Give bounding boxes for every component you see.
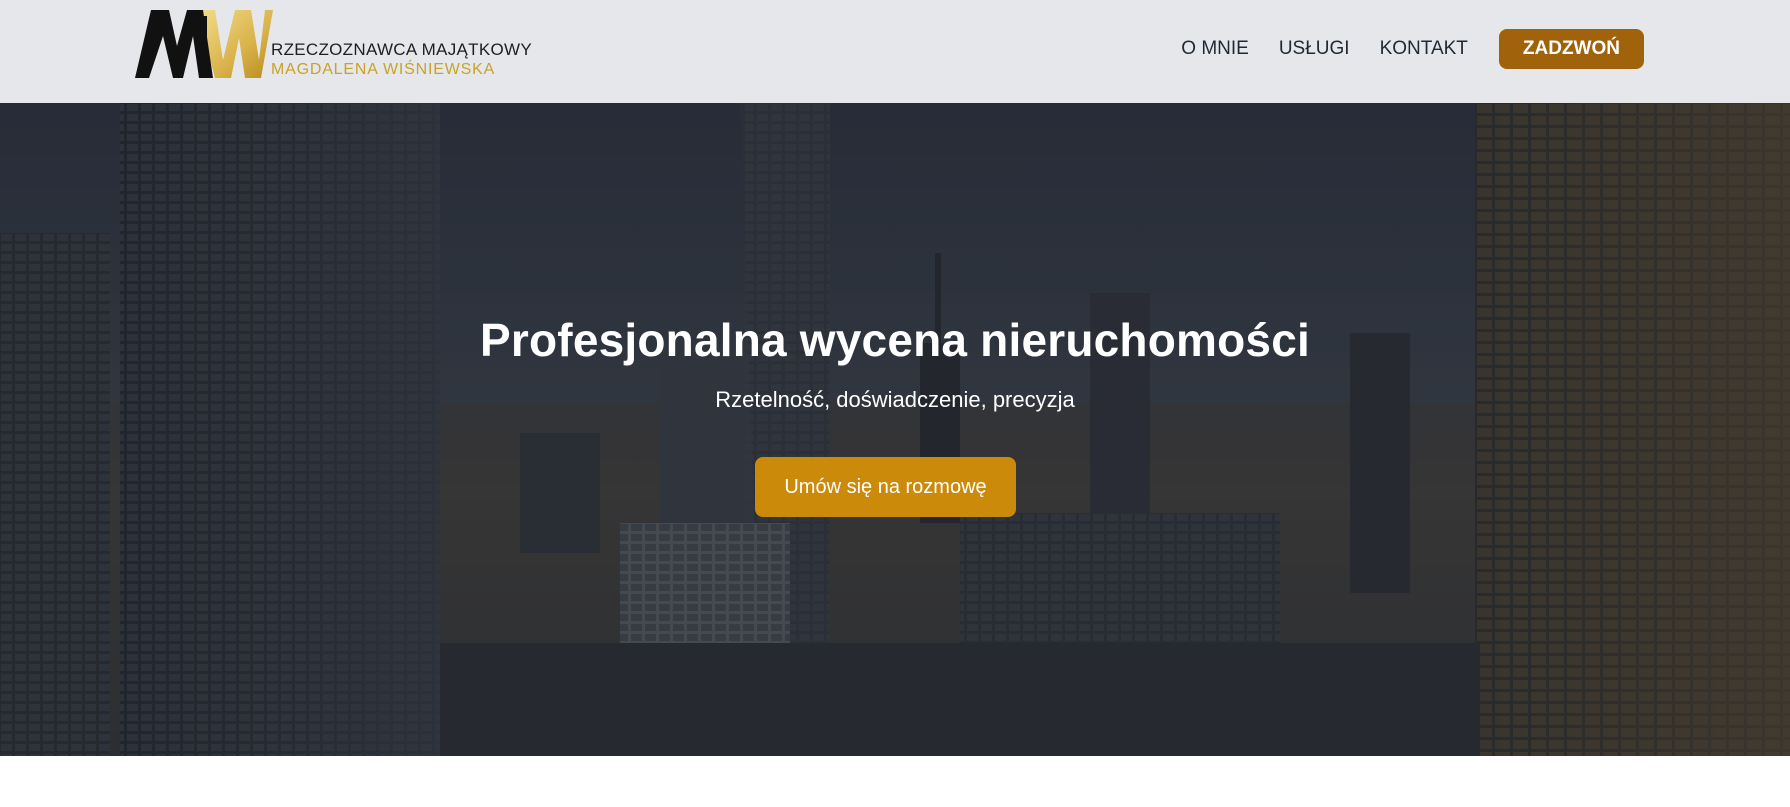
site-header: RZECZOZNAWCA MAJĄTKOWY MAGDALENA WIŚNIEW… (0, 0, 1790, 103)
brand-title: RZECZOZNAWCA MAJĄTKOWY (271, 40, 532, 59)
hero-section: Profesjonalna wycena nieruchomości Rzete… (0, 103, 1790, 756)
nav-link-services[interactable]: USŁUGI (1279, 38, 1350, 60)
hero-title: Profesjonalna wycena nieruchomości (480, 314, 1310, 366)
book-consultation-button[interactable]: Umów się na rozmowę (755, 457, 1016, 517)
nav-link-contact[interactable]: KONTAKT (1380, 38, 1468, 60)
hero-content: Profesjonalna wycena nieruchomości Rzete… (0, 103, 1790, 756)
hero-subtitle: Rzetelność, doświadczenie, precyzja (715, 387, 1075, 412)
call-button[interactable]: ZADZWOŃ (1498, 29, 1644, 69)
brand-name: MAGDALENA WIŚNIEWSKA (271, 61, 496, 78)
mw-monogram-logo (135, 10, 273, 78)
brand-text: RZECZOZNAWCA MAJĄTKOWY MAGDALENA WIŚNIEW… (271, 40, 532, 80)
main-nav: O MNIE USŁUGI KONTAKT ZADZWOŃ (1181, 28, 1644, 70)
nav-link-about[interactable]: O MNIE (1181, 38, 1249, 60)
brand-logo-link[interactable]: RZECZOZNAWCA MAJĄTKOWY MAGDALENA WIŚNIEW… (135, 8, 535, 80)
